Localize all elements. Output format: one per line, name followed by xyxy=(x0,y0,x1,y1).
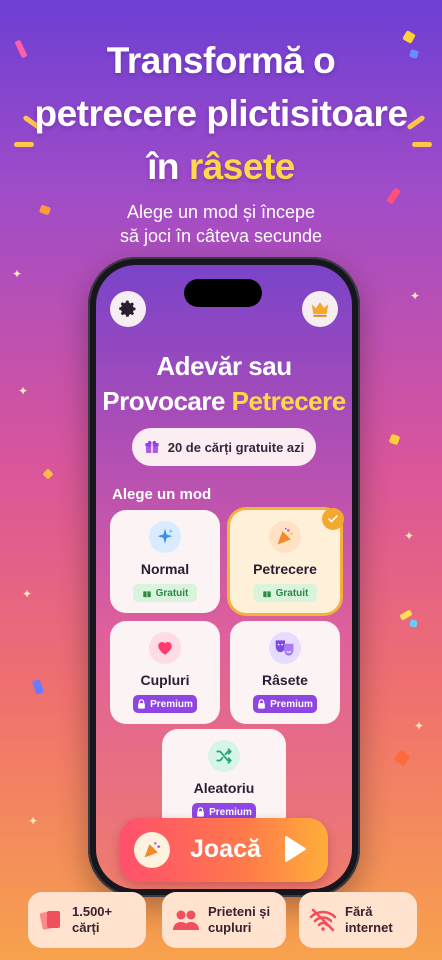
headline-line: petrecere plictisitoare xyxy=(34,93,408,134)
free-cards-pill: 20 de cărți gratuite azi xyxy=(132,428,316,466)
mode-badge-label: Gratuit xyxy=(275,587,309,599)
dynamic-island xyxy=(184,279,262,307)
sparkle-icon: ✦ xyxy=(28,814,39,828)
mode-name: Cupluri xyxy=(140,672,190,688)
mode-icon xyxy=(149,521,181,553)
sparkle-icon: ✦ xyxy=(22,587,33,601)
feature-line: cărți xyxy=(72,920,100,935)
app-screen: Adevăr sau Provocare Petrecere 20 de căr… xyxy=(96,265,352,889)
mode-name: Normal xyxy=(140,561,190,577)
shuffle-icon xyxy=(216,748,232,764)
app-title-line: Provocare Petrecere xyxy=(96,384,352,419)
phone-mockup: Adevăr sau Provocare Petrecere 20 de căr… xyxy=(88,257,360,897)
section-label: Alege un mod xyxy=(112,486,212,503)
confetti xyxy=(393,749,411,767)
mode-icon xyxy=(208,740,240,772)
feature-text: 1.500+ cărți xyxy=(72,904,112,936)
party-popper-icon xyxy=(277,527,293,545)
gift-icon xyxy=(142,591,151,598)
settings-button[interactable] xyxy=(110,291,146,327)
subheadline: Alege un mod și începe să joci în câteva… xyxy=(0,200,442,248)
sparkle-icon: ✦ xyxy=(404,529,415,543)
party-popper-icon xyxy=(134,832,170,868)
app-title-prefix: Provocare xyxy=(102,386,232,416)
theater-masks-icon xyxy=(275,640,294,656)
feature-offline: Fără internet xyxy=(299,892,417,948)
play-button-label: Joacă xyxy=(190,835,261,863)
mode-card-cupluri[interactable]: Cupluri Premium xyxy=(110,621,220,724)
wifi-off-icon xyxy=(309,908,337,932)
app-title-line: Adevăr sau xyxy=(156,351,292,381)
mode-badge-label: Premium xyxy=(270,698,313,710)
gear-icon xyxy=(119,300,136,317)
app-title-accent: Petrecere xyxy=(231,386,347,416)
feature-line: internet xyxy=(345,920,393,935)
selected-check-icon xyxy=(322,508,344,530)
mode-badge-label: Premium xyxy=(209,806,252,818)
confetti xyxy=(388,433,401,446)
gift-icon xyxy=(262,591,271,598)
headline-prefix: în xyxy=(147,146,189,187)
premium-crown-button[interactable] xyxy=(302,291,338,327)
play-button[interactable]: Joacă xyxy=(120,818,328,882)
lock-icon xyxy=(138,699,145,709)
headline-line: Transformă o xyxy=(106,40,336,81)
feature-text: Prieteni și cupluri xyxy=(208,904,270,936)
subheadline-line: să joci în câteva secunde xyxy=(119,226,323,246)
sparkle-icon: ✦ xyxy=(414,719,425,733)
feature-line: 1.500+ xyxy=(72,904,113,919)
mode-icon xyxy=(269,521,301,553)
mode-icon xyxy=(269,632,301,664)
mode-badge-premium: Premium xyxy=(133,695,197,713)
subheadline-line: Alege un mod și începe xyxy=(126,202,316,222)
free-cards-text: 20 de cărți gratuite azi xyxy=(167,439,305,455)
app-title: Adevăr sau Provocare Petrecere xyxy=(96,349,352,419)
mode-name: Aleatoriu xyxy=(193,780,255,796)
mode-badge-free: Gratuit xyxy=(253,584,317,602)
feature-line: cupluri xyxy=(208,920,252,935)
sparkle-icon: ✦ xyxy=(410,289,421,303)
headline-accent: râsete xyxy=(188,146,296,187)
lock-icon xyxy=(258,699,265,709)
gift-icon xyxy=(145,440,159,453)
confetti xyxy=(31,679,45,695)
mode-card-normal[interactable]: Normal Gratuit xyxy=(110,510,220,613)
play-icon xyxy=(285,836,306,862)
mode-name: Râsete xyxy=(262,672,308,688)
headline-line: în râsete xyxy=(0,140,442,193)
feature-text: Fără internet xyxy=(345,904,393,936)
mode-card-aleatoriu[interactable]: Aleatoriu Premium xyxy=(162,729,286,832)
people-icon xyxy=(173,910,199,930)
feature-line: Prieteni și xyxy=(208,904,271,919)
mode-icon xyxy=(149,632,181,664)
mode-card-petrecere[interactable]: Petrecere Gratuit xyxy=(230,508,344,613)
mode-badge-label: Premium xyxy=(150,698,193,710)
lock-icon xyxy=(197,807,204,817)
mode-badge-label: Gratuit xyxy=(155,587,189,599)
crown-icon xyxy=(311,302,329,317)
mode-badge-free: Gratuit xyxy=(133,584,197,602)
sparkle-icon xyxy=(157,528,174,544)
sparkle-icon: ✦ xyxy=(18,384,29,398)
mode-badge-premium: Premium xyxy=(253,695,317,713)
headline: Transformă o petrecere plictisitoare în … xyxy=(0,34,442,193)
confetti xyxy=(42,468,54,480)
heart-icon xyxy=(158,642,172,655)
feature-friends-couples: Prieteni și cupluri xyxy=(162,892,286,948)
confetti xyxy=(409,619,418,628)
sparkle-icon: ✦ xyxy=(12,267,23,281)
mode-card-rasete[interactable]: Râsete Premium xyxy=(230,621,340,724)
mode-name: Petrecere xyxy=(253,561,317,577)
cards-icon xyxy=(39,911,60,930)
feature-line: Fără xyxy=(345,904,373,919)
feature-cards-count: 1.500+ cărți xyxy=(28,892,146,948)
